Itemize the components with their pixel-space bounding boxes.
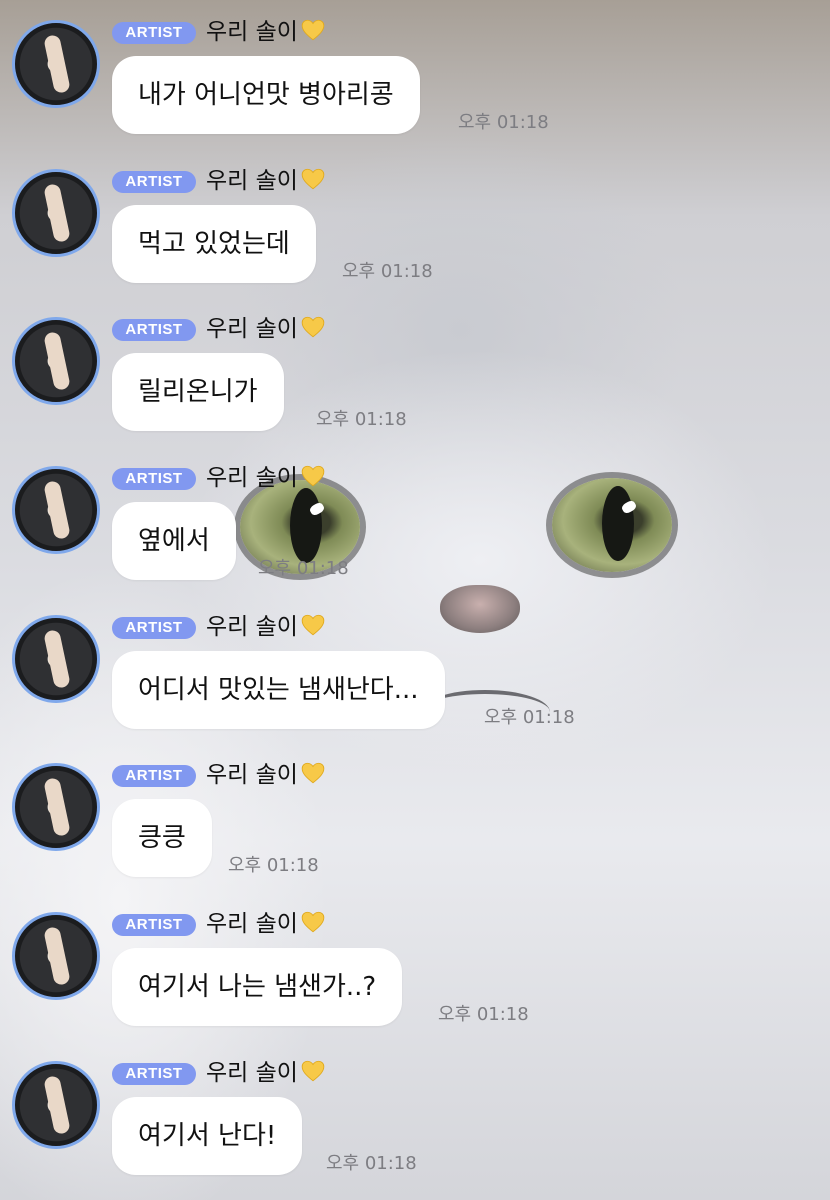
- avatar[interactable]: [12, 615, 100, 703]
- sender-name: 우리 솔이: [206, 313, 326, 345]
- chat-message: ARTIST 우리 솔이 킁킁 오후 01:18: [0, 743, 830, 891]
- chat-message: ARTIST 우리 솔이 내가 어니언맛 병아리콩 오후 01:18: [0, 0, 830, 148]
- chat-feed[interactable]: ARTIST 우리 솔이 내가 어니언맛 병아리콩 오후 01:18 ARTIS…: [0, 0, 830, 1200]
- artist-badge: ARTIST: [112, 765, 196, 787]
- message-time: 오후 01:18: [326, 1153, 417, 1174]
- yellow-heart-icon: [301, 465, 325, 487]
- avatar[interactable]: [12, 169, 100, 257]
- yellow-heart-icon: [301, 316, 325, 338]
- sender-name: 우리 솔이: [206, 16, 326, 48]
- message-bubble[interactable]: 킁킁: [112, 799, 212, 877]
- sender-name: 우리 솔이: [206, 759, 326, 791]
- chat-message: ARTIST 우리 솔이 릴리온니가 오후 01:18: [0, 297, 830, 445]
- artist-badge: ARTIST: [112, 914, 196, 936]
- artist-badge: ARTIST: [112, 319, 196, 341]
- sender-name-text: 우리 솔이: [206, 1060, 298, 1086]
- message-bubble[interactable]: 어디서 맛있는 냄새난다...: [112, 651, 445, 729]
- avatar[interactable]: [12, 912, 100, 1000]
- avatar[interactable]: [12, 1061, 100, 1149]
- artist-badge: ARTIST: [112, 22, 196, 44]
- yellow-heart-icon: [301, 168, 325, 190]
- yellow-heart-icon: [301, 911, 325, 933]
- sender-name-text: 우리 솔이: [206, 762, 298, 788]
- sender-name: 우리 솔이: [206, 1057, 326, 1089]
- message-time: 오후 01:18: [484, 707, 575, 728]
- yellow-heart-icon: [301, 1060, 325, 1082]
- message-bubble[interactable]: 여기서 난다!: [112, 1097, 303, 1175]
- artist-badge: ARTIST: [112, 468, 196, 490]
- chat-message: ARTIST 우리 솔이 여기서 나는 냄샌가..? 오후 01:18: [0, 892, 830, 1040]
- sender-name: 우리 솔이: [206, 165, 326, 197]
- message-bubble[interactable]: 내가 어니언맛 병아리콩: [112, 56, 420, 134]
- chat-message: ARTIST 우리 솔이 먹고 있었는데 오후 01:18: [0, 149, 830, 297]
- yellow-heart-icon: [301, 614, 325, 636]
- message-time: 오후 01:18: [342, 261, 433, 282]
- avatar[interactable]: [12, 20, 100, 108]
- chat-message: ARTIST 우리 솔이 옆에서 오후 01:18: [0, 446, 830, 594]
- artist-badge: ARTIST: [112, 171, 196, 193]
- message-time: 오후 01:18: [228, 855, 319, 876]
- message-bubble[interactable]: 여기서 나는 냄샌가..?: [112, 948, 403, 1026]
- artist-badge: ARTIST: [112, 1063, 196, 1085]
- message-bubble[interactable]: 릴리온니가: [112, 353, 284, 431]
- sender-name-text: 우리 솔이: [206, 316, 298, 342]
- message-bubble[interactable]: 옆에서: [112, 502, 236, 580]
- message-time: 오후 01:18: [458, 112, 549, 133]
- message-time: 오후 01:18: [316, 409, 407, 430]
- artist-badge: ARTIST: [112, 617, 196, 639]
- sender-name-text: 우리 솔이: [206, 19, 298, 45]
- sender-name: 우리 솔이: [206, 462, 326, 494]
- sender-name-text: 우리 솔이: [206, 614, 298, 640]
- yellow-heart-icon: [301, 19, 325, 41]
- message-time: 오후 01:18: [438, 1004, 529, 1025]
- sender-name: 우리 솔이: [206, 611, 326, 643]
- sender-name: 우리 솔이: [206, 908, 326, 940]
- chat-message: ARTIST 우리 솔이 여기서 난다! 오후 01:18: [0, 1041, 830, 1189]
- avatar[interactable]: [12, 317, 100, 405]
- sender-name-text: 우리 솔이: [206, 911, 298, 937]
- sender-name-text: 우리 솔이: [206, 168, 298, 194]
- avatar[interactable]: [12, 763, 100, 851]
- chat-message: ARTIST 우리 솔이 어디서 맛있는 냄새난다... 오후 01:18: [0, 595, 830, 743]
- sender-name-text: 우리 솔이: [206, 465, 298, 491]
- message-time: 오후 01:18: [258, 558, 349, 579]
- avatar[interactable]: [12, 466, 100, 554]
- yellow-heart-icon: [301, 762, 325, 784]
- message-bubble[interactable]: 먹고 있었는데: [112, 205, 316, 283]
